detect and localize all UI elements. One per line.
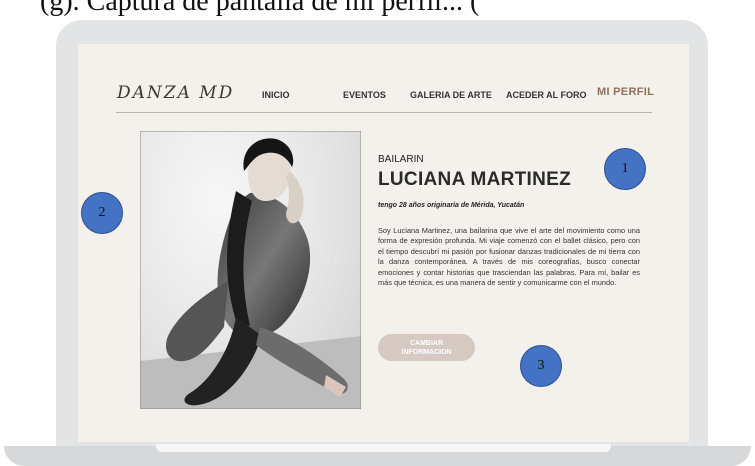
caption-text: (g). Captura de pantalla de mi perfil...…	[40, 0, 480, 17]
annotation-marker-2: 2	[81, 192, 123, 234]
profile-tagline: tengo 28 años originaria de Mérida, Yuca…	[378, 202, 525, 209]
dancer-illustration	[140, 131, 361, 409]
nav-link-galeria[interactable]: GALERIA DE ARTE	[410, 90, 492, 100]
nav-link-inicio[interactable]: INICIO	[262, 90, 290, 100]
change-info-button[interactable]: CAMBIAR INFORMACION	[378, 334, 475, 361]
profile-role: BAILARIN	[378, 154, 424, 165]
nav-link-eventos[interactable]: EVENTOS	[343, 90, 386, 100]
nav-divider	[116, 112, 652, 113]
profile-name: LUCIANA MARTINEZ	[378, 169, 572, 190]
annotation-marker-3: 3	[520, 345, 562, 387]
site-logo[interactable]: DANZA MD	[117, 83, 234, 103]
nav-link-foro[interactable]: ACEDER AL FORO	[506, 90, 587, 100]
annotation-marker-1: 1	[604, 148, 646, 190]
laptop-base-notch	[156, 444, 611, 452]
nav-link-mi-perfil[interactable]: MI PERFIL	[597, 86, 654, 98]
profile-bio: Soy Luciana Martinez, una bailarina que …	[378, 226, 640, 288]
profile-photo	[140, 131, 361, 409]
